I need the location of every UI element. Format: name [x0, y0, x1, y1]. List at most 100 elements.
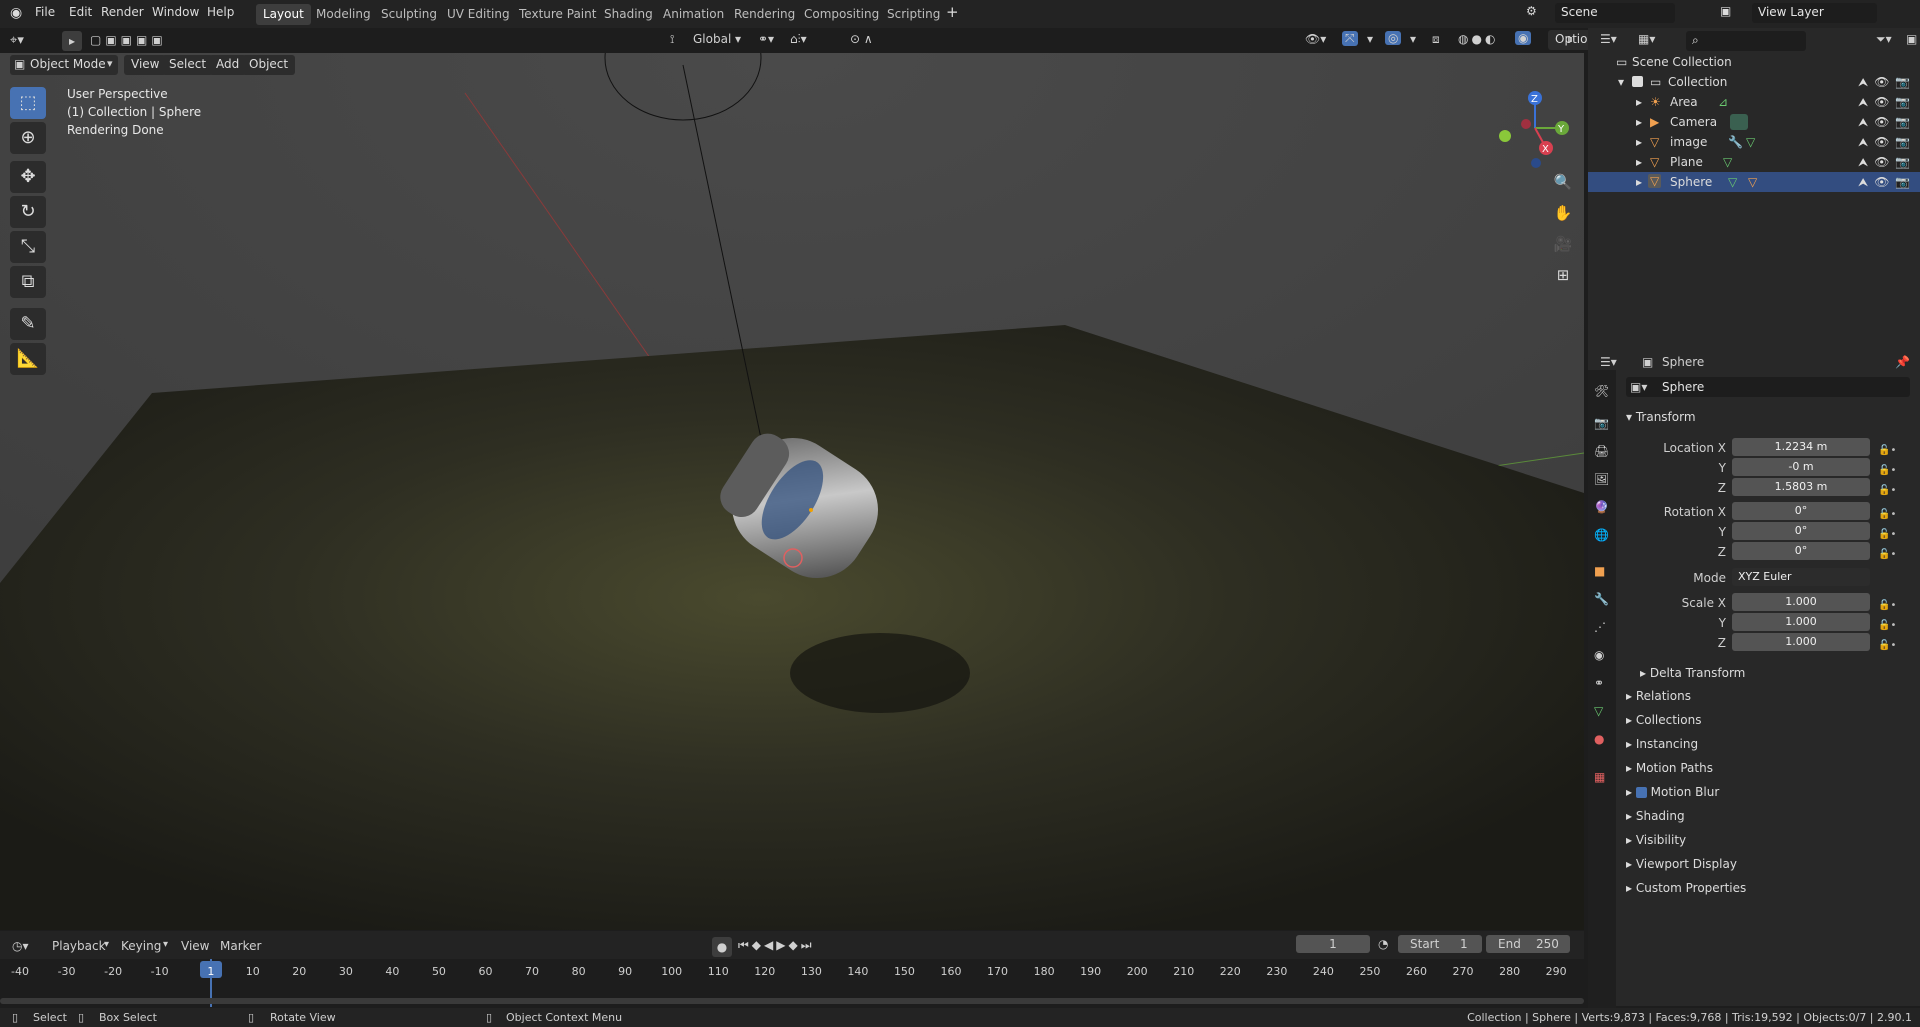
snap-icon[interactable]: ⌂⫶▾ — [790, 32, 807, 47]
orientation-dropdown[interactable]: Global — [693, 32, 731, 46]
start-field[interactable]: Start 1 — [1398, 935, 1482, 953]
motion-paths-header[interactable]: ▸ Motion Paths — [1626, 761, 1713, 775]
constraints-tab-icon[interactable]: ⚭ — [1594, 676, 1604, 690]
blender-logo-icon[interactable]: ◉ — [10, 5, 22, 21]
row-visibility-icons[interactable]: ⮝👁📷 — [1858, 115, 1916, 130]
outliner-type-icon[interactable]: ☰▾ — [1600, 32, 1617, 46]
data-tab-icon[interactable]: ▽ — [1594, 704, 1603, 718]
material-tab-icon[interactable]: ● — [1594, 732, 1604, 746]
viewport-display-header[interactable]: ▸ Viewport Display — [1626, 857, 1737, 871]
physics-tab-icon[interactable]: ◉ — [1594, 648, 1604, 662]
overlay-toggle-icon[interactable]: ◎ — [1385, 31, 1402, 45]
rotate-tool-icon[interactable]: ↻ — [10, 196, 46, 228]
camera-view-icon[interactable]: 🎥 — [1550, 231, 1576, 257]
outliner-row-image[interactable]: ▸ ▽ image 🔧 ▽ ⮝👁📷 — [1588, 132, 1920, 152]
filter-icon[interactable]: ⏷▾ — [1876, 32, 1892, 47]
rendered-shading-icon[interactable]: ◉ — [1515, 31, 1532, 45]
add-workspace-icon[interactable]: + — [946, 3, 959, 21]
view-menu[interactable]: View — [124, 55, 167, 75]
view-layer-icon[interactable]: ▣ — [1720, 4, 1731, 18]
object-name-field[interactable]: Sphere — [1662, 380, 1704, 394]
editor-type-icon[interactable]: ⌖▾ — [10, 33, 24, 48]
tab-sculpting[interactable]: Sculpting — [374, 4, 444, 25]
view-menu[interactable]: View — [181, 939, 209, 953]
navigation-gizmo[interactable]: Z Y X — [1490, 88, 1570, 168]
pivot-icon[interactable]: ⚭▾ — [758, 32, 774, 46]
scale-y-field[interactable]: 1.000 — [1732, 613, 1870, 631]
playback-controls-icon[interactable]: ⏮◆◀▶◆⏭ — [738, 938, 815, 953]
tab-uv-editing[interactable]: UV Editing — [440, 4, 517, 25]
tab-rendering[interactable]: Rendering — [727, 4, 802, 25]
scene-tab-icon[interactable]: 🔮 — [1594, 500, 1609, 514]
visibility-header[interactable]: ▸ Visibility — [1626, 833, 1686, 847]
selection-modes-icon[interactable]: ▢▣▣▣▣ — [90, 33, 167, 47]
timeline-scrollbar[interactable] — [0, 998, 1584, 1004]
pause-render-icon[interactable]: ⏸ — [1567, 32, 1573, 47]
overlay-dropdown-icon[interactable]: ▾ — [1410, 32, 1416, 46]
expand-chevron-icon[interactable]: ▾ — [1618, 75, 1624, 89]
motion-blur-header[interactable]: ▸ Motion Blur — [1626, 785, 1719, 799]
menu-render[interactable]: Render — [101, 5, 144, 19]
collections-header[interactable]: ▸ Collections — [1626, 713, 1701, 727]
location-x-field[interactable]: 1.2234 m — [1732, 438, 1870, 456]
select-menu[interactable]: Select — [162, 55, 214, 75]
shading-header[interactable]: ▸ Shading — [1626, 809, 1685, 823]
marker-menu[interactable]: Marker — [220, 939, 261, 953]
world-tab-icon[interactable]: 🌐 — [1594, 528, 1609, 542]
transform-panel-header[interactable]: ▾ Transform — [1626, 410, 1696, 424]
object-tab-icon[interactable]: ■ — [1594, 564, 1605, 578]
pan-hand-icon[interactable]: ✋ — [1550, 200, 1576, 226]
tab-shading[interactable]: Shading — [597, 4, 660, 25]
gizmo-toggle-icon[interactable]: ⤧ — [1342, 31, 1358, 46]
tab-modeling[interactable]: Modeling — [309, 4, 378, 25]
transform-tool-icon[interactable]: ⧉ — [10, 266, 46, 298]
lock-icons[interactable]: 🔓• 🔓• 🔓• — [1878, 441, 1896, 501]
new-collection-icon[interactable]: ▣ — [1906, 32, 1917, 46]
row-visibility-icons[interactable]: ⮝👁📷 — [1858, 175, 1916, 190]
menu-file[interactable]: File — [35, 5, 55, 19]
collection-checkbox[interactable] — [1632, 76, 1643, 87]
row-visibility-icons[interactable]: ⮝👁📷 — [1858, 155, 1916, 170]
ortho-grid-icon[interactable]: ⊞ — [1550, 262, 1576, 288]
outliner-row-area[interactable]: ▸ ☀ Area ⊿ ⮝👁📷 — [1588, 92, 1920, 112]
menu-edit[interactable]: Edit — [69, 5, 92, 19]
scene-name-field[interactable]: Scene — [1555, 3, 1675, 23]
outliner-row-collection[interactable]: ▾ ▭ Collection ⮝👁📷 — [1588, 72, 1920, 92]
scale-x-field[interactable]: 1.000 — [1732, 593, 1870, 611]
object-type-icon[interactable]: ▣▾ — [1630, 380, 1647, 394]
outliner-row-scene-collection[interactable]: ▭ Scene Collection — [1588, 52, 1920, 72]
visibility-icon[interactable]: 👁▾ — [1305, 32, 1326, 46]
gizmo-dropdown-icon[interactable]: ▾ — [1367, 32, 1373, 46]
end-field[interactable]: End 250 — [1486, 935, 1570, 953]
row-visibility-icons[interactable]: ⮝👁📷 — [1858, 95, 1916, 110]
render-tab-icon[interactable]: 📷 — [1594, 416, 1609, 430]
pin-icon[interactable]: 📌 — [1895, 355, 1910, 369]
move-tool-icon[interactable]: ✥ — [10, 161, 46, 193]
select-mode-icon[interactable]: ▸ — [62, 31, 82, 51]
outliner-row-plane[interactable]: ▸ ▽ Plane ▽ ⮝👁📷 — [1588, 152, 1920, 172]
mode-dropdown[interactable]: Object Mode — [30, 57, 106, 71]
location-y-field[interactable]: -0 m — [1732, 458, 1870, 476]
tab-layout[interactable]: Layout — [256, 4, 311, 25]
tool-tab-icon[interactable]: 🛠 — [1594, 384, 1609, 398]
record-icon[interactable]: ● — [712, 937, 732, 957]
row-visibility-icons[interactable]: ⮝👁📷 — [1858, 135, 1916, 150]
add-menu[interactable]: Add — [209, 55, 247, 75]
menu-help[interactable]: Help — [207, 5, 234, 19]
rotation-z-field[interactable]: 0° — [1732, 542, 1870, 560]
scene-icon[interactable]: ⚙ — [1526, 4, 1537, 18]
display-mode-icon[interactable]: ▦▾ — [1638, 32, 1655, 46]
particles-tab-icon[interactable]: ⋰ — [1594, 620, 1606, 634]
object-menu[interactable]: Object — [242, 55, 296, 75]
select-box-tool-icon[interactable]: ⬚ — [10, 87, 46, 119]
playback-menu[interactable]: Playback — [52, 939, 106, 953]
view-layer-tab-icon[interactable]: 🖼 — [1594, 472, 1609, 486]
outliner-row-camera[interactable]: ▸ ▶ Camera ⮝👁📷 — [1588, 112, 1920, 132]
row-visibility-icons[interactable]: ⮝👁📷 — [1858, 75, 1916, 90]
instancing-header[interactable]: ▸ Instancing — [1626, 737, 1698, 751]
texture-tab-icon[interactable]: ▦ — [1594, 770, 1605, 784]
rotation-y-field[interactable]: 0° — [1732, 522, 1870, 540]
stopwatch-icon[interactable]: ◔ — [1378, 937, 1388, 951]
properties-type-icon[interactable]: ☰▾ — [1600, 355, 1617, 369]
delta-transform-header[interactable]: ▸ Delta Transform — [1640, 666, 1745, 680]
